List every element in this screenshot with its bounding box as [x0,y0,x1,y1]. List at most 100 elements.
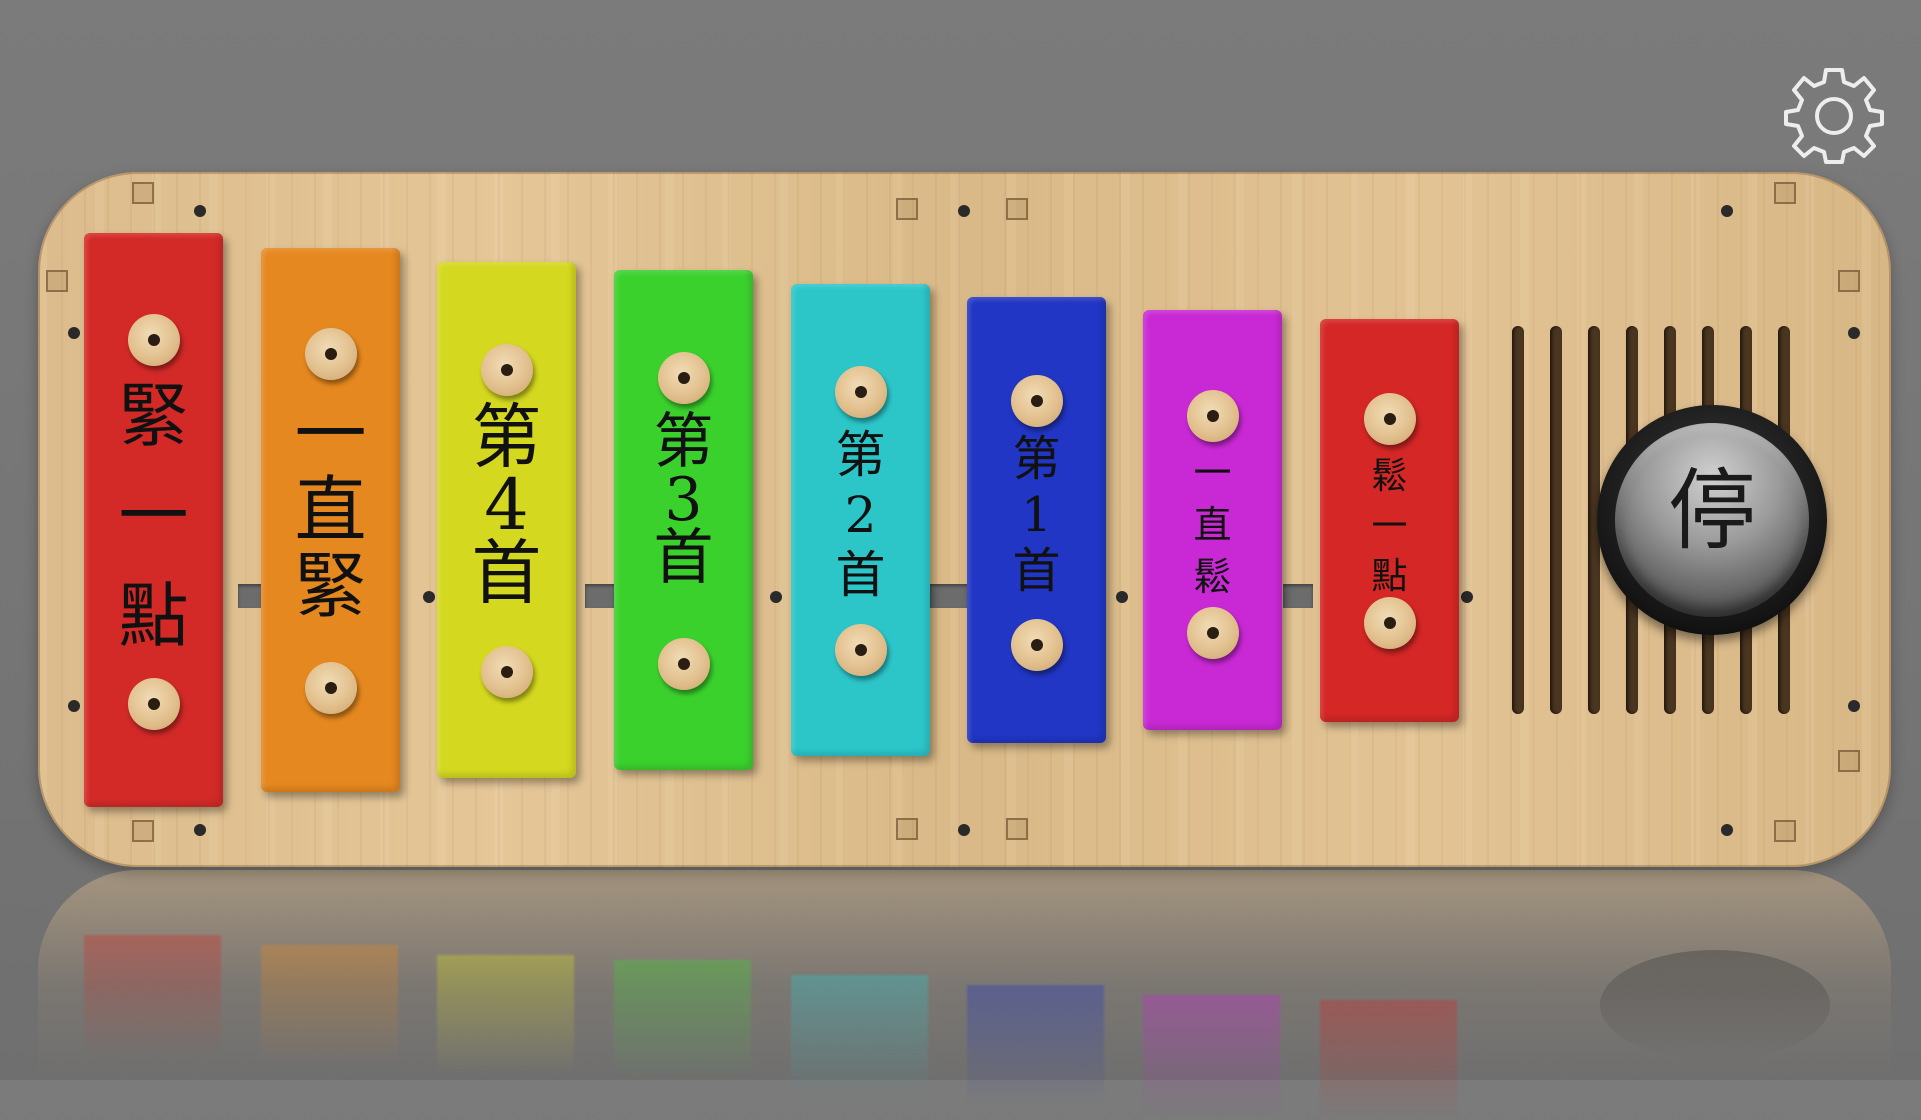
bar-char: 首 [653,523,714,593]
bar-char: 第 [1012,431,1061,487]
screw [770,591,782,603]
board-notch [1774,820,1796,842]
bar-peg [304,328,357,380]
bar-char: 首 [1012,543,1061,599]
bar-label: 第 4 首 [437,402,576,608]
reflection-stop [1600,950,1830,1060]
bar-char: 第 [471,396,542,478]
reflection-bar [614,960,751,1080]
bar-peg [480,646,533,698]
bar-tighten-little[interactable]: 緊 一 點 [84,233,223,807]
reflection-bar [791,975,928,1095]
stop-button-face: 停 [1615,423,1809,617]
reflection-bar [84,935,221,1055]
board-notch [1006,198,1028,220]
bar-keep-loosening[interactable]: 一 直 鬆 [1143,310,1282,730]
bar-peg [127,314,180,366]
screw [958,824,970,836]
bar-peg [127,678,180,730]
screw [958,205,970,217]
board-notch [46,270,68,292]
bar-char: 第 [835,426,886,484]
board-notch [132,182,154,204]
rail [1283,584,1313,608]
bar-song-3[interactable]: 第 3 首 [614,270,753,770]
bar-label: 第 1 首 [967,435,1106,595]
reflection-bar [1143,995,1280,1115]
bar-peg [834,624,887,676]
screw [1116,591,1128,603]
bar-char: 2 [844,486,877,544]
bar-peg [657,638,710,690]
speaker-slot [1512,326,1524,714]
screw [1848,327,1860,339]
bar-char: 點 [118,575,189,657]
screw [423,591,435,603]
reflection-bar [967,985,1104,1105]
rail [585,584,615,608]
reflection-bar [437,955,574,1075]
board-notch [1006,818,1028,840]
bar-char: 4 [484,464,529,546]
bar-peg [1363,597,1416,649]
screw [1461,591,1473,603]
bar-char: 1 [1021,487,1052,543]
bar-peg [1363,393,1416,445]
bar-char: 直 [294,468,367,552]
bar-keep-tightening[interactable]: 一 直 緊 [261,248,400,792]
bar-char: 鬆 [1371,456,1408,497]
xylophone-app: 緊 一 點 一 直 緊 第 4 首 第 3 首 第 2 首 第 1 首 一 直 … [0,0,1921,1120]
speaker-slot [1550,326,1562,714]
bar-peg [1186,607,1239,659]
bar-peg [657,352,710,404]
board-notch [896,198,918,220]
board-notch [1774,182,1796,204]
bar-peg [1010,619,1063,671]
bar-char: 一 [294,392,367,476]
board-notch [1838,270,1860,292]
board-notch [132,820,154,842]
bar-label: 第 2 首 [791,430,930,600]
bar-char: 一 [118,475,189,557]
bar-label: 第 3 首 [614,412,753,588]
bar-char: 直 [1193,503,1232,547]
bar-char: 點 [1371,556,1408,597]
screw [1848,700,1860,712]
stop-button-label: 停 [1667,459,1756,562]
bar-char: 緊 [118,375,189,457]
bar-char: 首 [471,532,542,614]
screw [194,205,206,217]
bar-char: 3 [664,465,703,535]
bar-peg [480,344,533,396]
bar-label: 緊 一 點 [84,381,223,651]
screw [194,824,206,836]
gear-icon [1784,68,1884,164]
stop-button[interactable]: 停 [1597,405,1827,635]
bar-peg [304,662,357,714]
settings-button[interactable] [1782,62,1886,166]
bar-label: 鬆 一 點 [1320,459,1459,595]
bar-peg [1010,375,1063,427]
bar-char: 第 [653,407,714,477]
bar-label: 一 直 緊 [261,398,400,622]
bar-char: 首 [835,546,886,604]
bar-peg [1186,390,1239,442]
bar-char: 一 [1193,451,1232,495]
bar-char: 緊 [294,544,367,628]
reflection-bar [1320,1000,1457,1120]
screw [1721,824,1733,836]
bar-char: 一 [1371,506,1408,547]
bar-loosen-little[interactable]: 鬆 一 點 [1320,319,1459,722]
board-notch [896,818,918,840]
bar-song-4[interactable]: 第 4 首 [437,262,576,778]
screw [68,700,80,712]
reflection-bar [261,945,398,1065]
screw [68,327,80,339]
bar-song-2[interactable]: 第 2 首 [791,284,930,756]
bar-label: 一 直 鬆 [1143,454,1282,596]
bar-song-1[interactable]: 第 1 首 [967,297,1106,743]
board-notch [1838,750,1860,772]
bar-char: 鬆 [1193,555,1232,599]
bar-peg [834,366,887,418]
screw [1721,205,1733,217]
